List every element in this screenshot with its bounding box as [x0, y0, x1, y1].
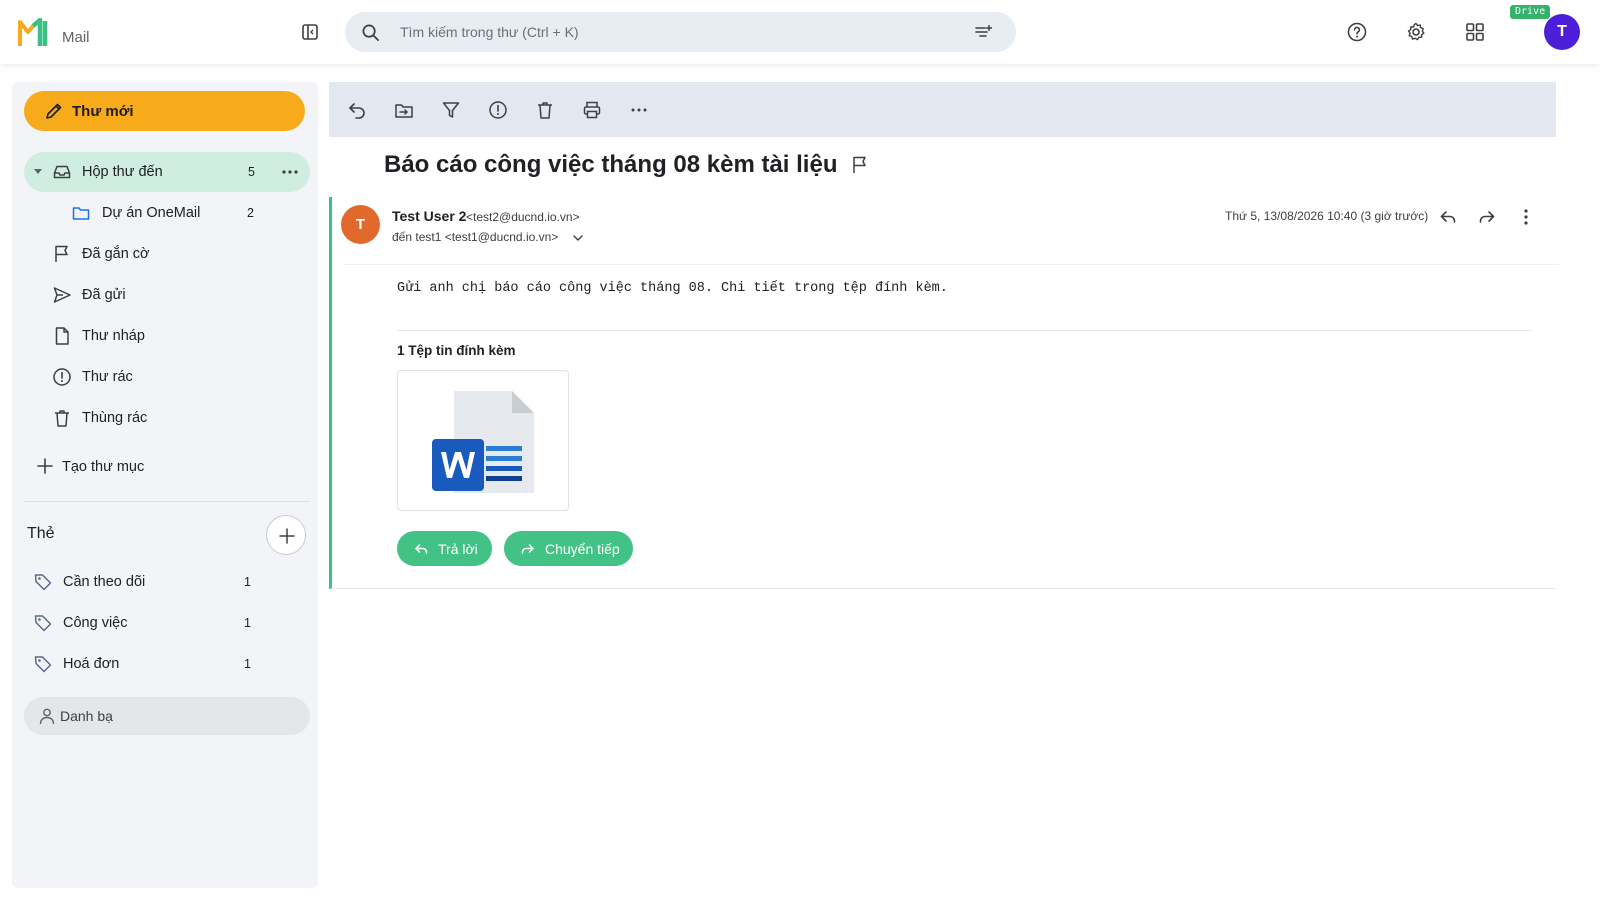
tag-icon	[33, 654, 53, 674]
pencil-icon	[44, 101, 64, 121]
sidebar-toggle-icon[interactable]	[300, 22, 320, 42]
app-header: Mail Drive T	[0, 0, 1600, 64]
forward-icon[interactable]	[1477, 207, 1497, 227]
search-icon[interactable]	[361, 23, 380, 42]
tag-item-work[interactable]: Công việc 1	[24, 603, 310, 643]
sidebar-item-trash[interactable]: Thùng rác	[24, 398, 310, 438]
plus-icon	[36, 457, 54, 475]
sidebar-item-drafts[interactable]: Thư nháp	[24, 316, 310, 356]
filter-icon[interactable]	[441, 100, 461, 120]
sidebar-item-spam[interactable]: Thư rác	[24, 357, 310, 397]
tag-icon	[33, 613, 53, 633]
forward-label: Chuyển tiếp	[545, 541, 620, 557]
filter-options-icon[interactable]	[974, 23, 992, 41]
message-toolbar	[329, 82, 1556, 137]
user-avatar[interactable]: T	[1544, 14, 1580, 50]
reply-icon	[413, 541, 429, 557]
send-icon	[52, 285, 72, 305]
search-input[interactable]	[400, 12, 940, 52]
create-folder-button[interactable]: Tạo thư mục	[36, 455, 236, 479]
caret-down-icon[interactable]	[33, 168, 43, 176]
sender-avatar: T	[341, 205, 380, 244]
move-to-folder-icon[interactable]	[394, 100, 414, 120]
compose-label: Thư mới	[72, 103, 134, 120]
help-icon[interactable]	[1346, 21, 1368, 43]
sidebar-item-project-folder[interactable]: Dự án OneMail 2	[24, 193, 310, 233]
tag-count: 1	[244, 575, 251, 589]
header-divider	[344, 264, 1559, 265]
sender-email: <test2@ducnd.io.vn>	[466, 210, 580, 224]
drive-badge[interactable]: Drive	[1510, 5, 1551, 19]
folder-icon	[71, 203, 91, 223]
sidebar-item-label: Đã gắn cờ	[82, 246, 150, 262]
apps-grid-icon[interactable]	[1464, 21, 1486, 43]
sidebar-item-label: Dự án OneMail	[102, 205, 201, 221]
back-icon[interactable]	[347, 100, 367, 120]
tag-label: Công việc	[63, 615, 128, 631]
forward-icon	[520, 541, 536, 557]
sidebar-item-label: Đã gửi	[82, 287, 126, 303]
sidebar-item-sent[interactable]: Đã gửi	[24, 275, 310, 315]
tags-heading: Thẻ	[27, 525, 55, 542]
sidebar-item-inbox[interactable]: Hộp thư đến 5	[24, 152, 310, 192]
email-subject: Báo cáo công việc tháng 08 kèm tài liệu	[384, 151, 838, 178]
attachment-divider	[397, 330, 1532, 331]
print-icon[interactable]	[582, 100, 602, 120]
inbox-icon	[52, 162, 72, 182]
delete-icon[interactable]	[535, 100, 555, 120]
person-icon	[38, 707, 56, 725]
flag-toggle-icon[interactable]	[850, 155, 870, 175]
unread-count: 5	[248, 165, 255, 179]
search-bar	[345, 12, 1016, 52]
recipient-line: đến test1 <test1@ducnd.io.vn>	[392, 230, 559, 244]
trash-icon	[52, 408, 72, 428]
tag-item-invoice[interactable]: Hoá đơn 1	[24, 644, 310, 684]
tag-count: 1	[244, 657, 251, 671]
word-document-icon	[432, 391, 534, 493]
sidebar-item-flagged[interactable]: Đã gắn cờ	[24, 234, 310, 274]
create-folder-label: Tạo thư mục	[62, 459, 145, 475]
tag-count: 1	[244, 616, 251, 630]
report-spam-icon[interactable]	[488, 100, 508, 120]
tag-label: Cần theo dõi	[63, 574, 146, 590]
reply-icon[interactable]	[1438, 207, 1458, 227]
compose-button[interactable]: Thư mới	[24, 91, 305, 131]
spam-alert-icon	[52, 367, 72, 387]
contacts-label: Danh bạ	[60, 708, 113, 724]
sidebar: Thư mới Hộp thư đến 5 Dự án OneMail 2 Đã…	[12, 82, 318, 888]
plus-icon	[279, 528, 295, 544]
add-tag-button[interactable]	[266, 515, 306, 555]
draft-document-icon	[52, 326, 72, 346]
sidebar-item-label: Thùng rác	[82, 410, 148, 426]
flag-icon	[52, 244, 72, 264]
sidebar-item-label: Hộp thư đến	[82, 164, 163, 180]
unread-count: 2	[247, 206, 254, 220]
tag-icon	[33, 572, 53, 592]
more-options-icon[interactable]	[280, 162, 300, 182]
chevron-down-icon[interactable]	[572, 232, 584, 244]
sidebar-divider	[24, 501, 310, 502]
forward-button[interactable]: Chuyển tiếp	[504, 531, 633, 566]
message-body: Gửi anh chị báo cáo công việc tháng 08. …	[397, 281, 948, 296]
sidebar-item-label: Thư rác	[82, 369, 133, 385]
reply-label: Trả lời	[438, 541, 478, 557]
attachments-title: 1 Tệp tin đính kèm	[397, 343, 516, 358]
contacts-button[interactable]: Danh bạ	[24, 697, 310, 735]
sidebar-item-label: Thư nháp	[82, 328, 145, 344]
tag-label: Hoá đơn	[63, 656, 120, 672]
reply-button[interactable]: Trả lời	[397, 531, 492, 566]
message-date: Thứ 5, 13/08/2026 10:40 (3 giờ trước)	[1225, 209, 1429, 223]
sender-name[interactable]: Test User 2	[392, 208, 466, 224]
app-name: Mail	[62, 29, 90, 46]
more-actions-icon[interactable]	[629, 100, 649, 120]
attachment-card[interactable]	[397, 370, 569, 511]
tag-item-follow-up[interactable]: Cần theo dõi 1	[24, 562, 310, 602]
email-message: T Test User 2 <test2@ducnd.io.vn> đến te…	[329, 197, 1559, 589]
message-more-icon[interactable]	[1516, 207, 1536, 227]
settings-gear-icon[interactable]	[1405, 21, 1427, 43]
app-logo[interactable]	[18, 18, 52, 48]
